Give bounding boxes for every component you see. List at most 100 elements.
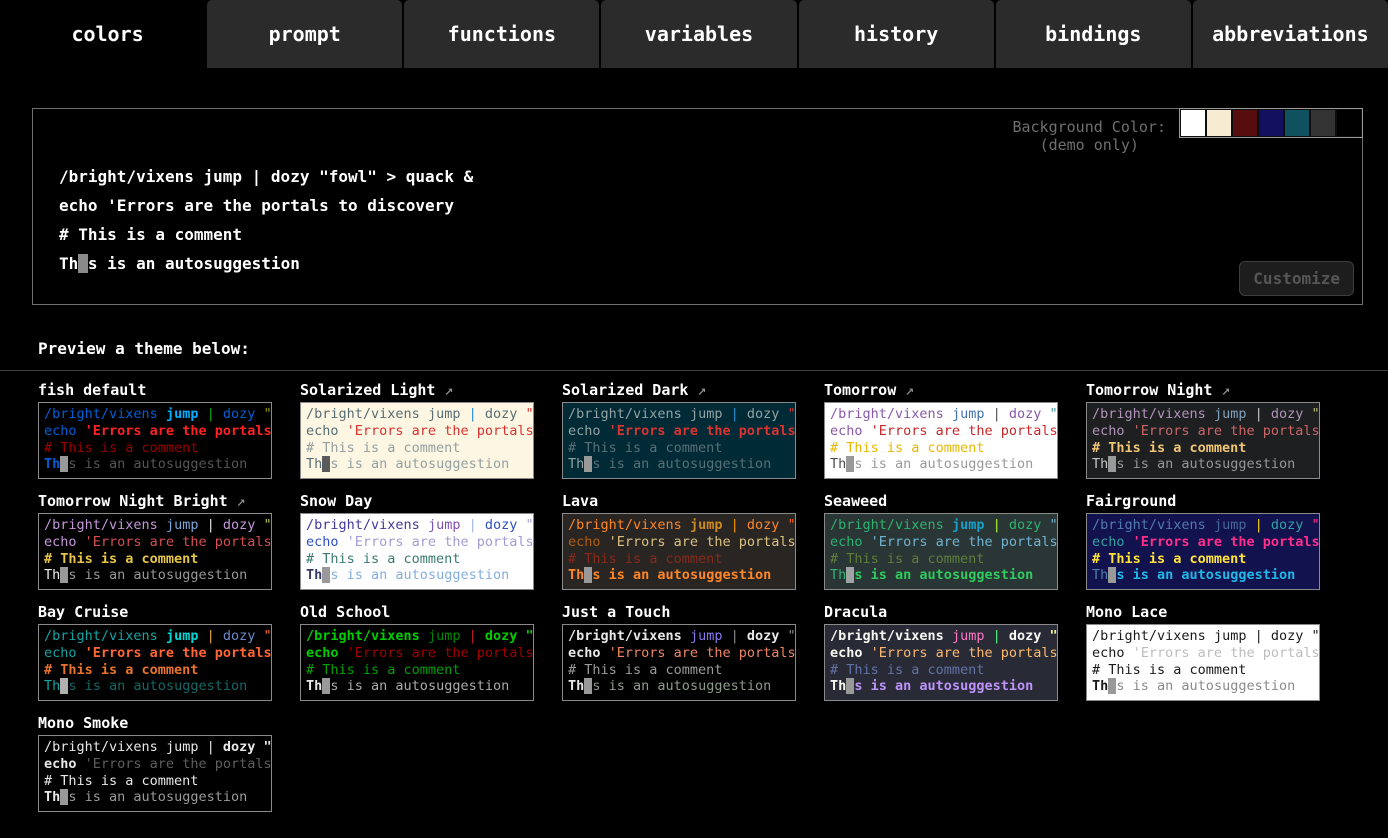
background-swatch-2[interactable] [1207,110,1231,136]
theme-preview-seaweed[interactable]: /bright/vixens jump | dozy "echo 'Errors… [824,513,1058,590]
sample-token-string: 'Errors are the portals [85,756,272,772]
sample-token-pipe: | [469,517,477,533]
sample-token-string: 'Errors are the portals [609,423,796,439]
sample-token-quote: " [1050,628,1058,644]
sample-token-suggestion: s is an autosuggestion [592,456,771,472]
theme-preview-fish-default[interactable]: /bright/vixens jump | dozy "echo 'Errors… [38,402,272,479]
sample-line-command: /bright/vixens jump | dozy " [44,517,266,534]
theme-title-tomorrow-night[interactable]: Tomorrow Night ↗ [1086,381,1320,402]
sample-token-comment: # This is a comment [44,662,198,678]
theme-card-seaweed[interactable]: Seaweed/bright/vixens jump | dozy "echo … [824,492,1058,590]
background-swatch-6[interactable] [1311,110,1335,136]
sample-token-command2: dozy [485,628,518,644]
sample-line-command: /bright/vixens jump | dozy " [306,406,528,423]
sample-line-command: /bright/vixens jump | dozy " [306,517,528,534]
theme-preview-bay-cruise[interactable]: /bright/vixens jump | dozy "echo 'Errors… [38,624,272,701]
sample-token-command2: dozy [1009,517,1042,533]
theme-card-fish-default[interactable]: fish default/bright/vixens jump | dozy "… [38,381,272,479]
theme-title-tomorrow[interactable]: Tomorrow ↗ [824,381,1058,402]
theme-card-tomorrow-night[interactable]: Tomorrow Night ↗/bright/vixens jump | do… [1086,381,1320,479]
color-preview-panel: Background Color: (demo only) /bright/vi… [32,108,1363,305]
theme-title-solarized-dark[interactable]: Solarized Dark ↗ [562,381,796,402]
theme-preview-mono-smoke[interactable]: /bright/vixens jump | dozy "echo 'Errors… [38,735,272,812]
background-swatch-7[interactable] [1337,110,1361,136]
tab-bindings[interactable]: bindings [996,0,1191,68]
theme-preview-mono-lace[interactable]: /bright/vixens jump | dozy "echo 'Errors… [1086,624,1320,701]
background-swatch-1[interactable] [1181,110,1205,136]
sample-token-string: 'Errors are the portals [871,423,1058,439]
sample-token-pipe: | [731,517,739,533]
sample-token-echo: echo [44,756,77,772]
theme-card-just-a-touch[interactable]: Just a Touch/bright/vixens jump | dozy "… [562,603,796,701]
sample-token-quote: " [264,406,272,422]
theme-card-fairground[interactable]: Fairground/bright/vixens jump | dozy "ec… [1086,492,1320,590]
theme-card-solarized-light[interactable]: Solarized Light ↗/bright/vixens jump | d… [300,381,534,479]
theme-preview-tomorrow-night-bright[interactable]: /bright/vixens jump | dozy "echo 'Errors… [38,513,272,590]
tab-abbreviations[interactable]: abbreviations [1193,0,1388,68]
sample-line-autosuggestion: This is an autosuggestion [568,567,790,584]
sample-token-param: jump [166,628,199,644]
sample-token-quote: " [1050,517,1058,533]
sample-token-string: 'Errors are the portals [347,534,534,550]
sample-token-string: 'Errors are the portals [871,534,1058,550]
theme-preview-old-school[interactable]: /bright/vixens jump | dozy "echo 'Errors… [300,624,534,701]
sample-token-typed: Th [44,678,60,694]
sample-line-comment: # This is a comment [568,662,790,679]
theme-card-solarized-dark[interactable]: Solarized Dark ↗/bright/vixens jump | do… [562,381,796,479]
sample-token-echo: echo [830,423,863,439]
sample-token-command2: dozy [1271,628,1304,644]
sample-line-autosuggestion: This is an autosuggestion [44,567,266,584]
sample-token-pipe: | [207,406,215,422]
tab-variables[interactable]: variables [601,0,796,68]
theme-card-dracula[interactable]: Dracula/bright/vixens jump | dozy "echo … [824,603,1058,701]
theme-preview-just-a-touch[interactable]: /bright/vixens jump | dozy "echo 'Errors… [562,624,796,701]
external-link-icon: ↗ [228,492,246,510]
sample-token-command2: dozy [747,406,780,422]
customize-button[interactable]: Customize [1239,261,1354,296]
theme-title-solarized-light[interactable]: Solarized Light ↗ [300,381,534,402]
theme-preview-solarized-dark[interactable]: /bright/vixens jump | dozy "echo 'Errors… [562,402,796,479]
theme-title-tomorrow-night-bright[interactable]: Tomorrow Night Bright ↗ [38,492,272,513]
sample-token-quote: " [264,628,272,644]
theme-card-tomorrow-night-bright[interactable]: Tomorrow Night Bright ↗/bright/vixens ju… [38,492,272,590]
theme-card-snow-day[interactable]: Snow Day/bright/vixens jump | dozy "echo… [300,492,534,590]
background-swatch-3[interactable] [1233,110,1257,136]
sample-token-typed: Th [306,567,322,583]
theme-preview-tomorrow[interactable]: /bright/vixens jump | dozy "echo 'Errors… [824,402,1058,479]
theme-card-tomorrow[interactable]: Tomorrow ↗/bright/vixens jump | dozy "ec… [824,381,1058,479]
tab-functions[interactable]: functions [404,0,599,68]
sample-token-comment: # This is a comment [44,773,198,789]
sample-token-typed: Th [44,456,60,472]
theme-preview-solarized-light[interactable]: /bright/vixens jump | dozy "echo 'Errors… [300,402,534,479]
theme-preview-fairground[interactable]: /bright/vixens jump | dozy "echo 'Errors… [1086,513,1320,590]
theme-card-old-school[interactable]: Old School/bright/vixens jump | dozy "ec… [300,603,534,701]
terminal-line-1: /bright/vixens jump | dozy "fowl" > quac… [59,162,1362,191]
theme-preview-lava[interactable]: /bright/vixens jump | dozy "echo 'Errors… [562,513,796,590]
sample-token-typed: Th [830,678,846,694]
tab-history[interactable]: history [799,0,994,68]
tab-prompt[interactable]: prompt [207,0,402,68]
sample-token-quote: " [1312,628,1320,644]
sample-token-suggestion: s is an autosuggestion [330,567,509,583]
sample-token-param: jump [690,406,723,422]
sample-token-pipe: | [731,406,739,422]
sample-line-comment: # This is a comment [830,662,1052,679]
sample-line-autosuggestion: This is an autosuggestion [568,456,790,473]
sample-token-suggestion: s is an autosuggestion [854,567,1033,583]
background-swatch-5[interactable] [1285,110,1309,136]
theme-preview-tomorrow-night[interactable]: /bright/vixens jump | dozy "echo 'Errors… [1086,402,1320,479]
theme-card-mono-lace[interactable]: Mono Lace/bright/vixens jump | dozy "ech… [1086,603,1320,701]
theme-card-mono-smoke[interactable]: Mono Smoke/bright/vixens jump | dozy "ec… [38,714,272,812]
tab-colors[interactable]: colors [10,0,205,68]
background-color-label-line2: (demo only) [1012,136,1166,154]
theme-preview-dracula[interactable]: /bright/vixens jump | dozy "echo 'Errors… [824,624,1058,701]
theme-card-lava[interactable]: Lava/bright/vixens jump | dozy "echo 'Er… [562,492,796,590]
theme-preview-snow-day[interactable]: /bright/vixens jump | dozy "echo 'Errors… [300,513,534,590]
sample-token-path: /bright/vixens [568,628,682,644]
theme-card-bay-cruise[interactable]: Bay Cruise/bright/vixens jump | dozy "ec… [38,603,272,701]
themes-grid: fish default/bright/vixens jump | dozy "… [38,381,1388,812]
sample-token-typed: Th [306,678,322,694]
background-swatch-4[interactable] [1259,110,1283,136]
sample-token-pipe: | [993,628,1001,644]
sample-token-suggestion: s is an autosuggestion [68,567,247,583]
